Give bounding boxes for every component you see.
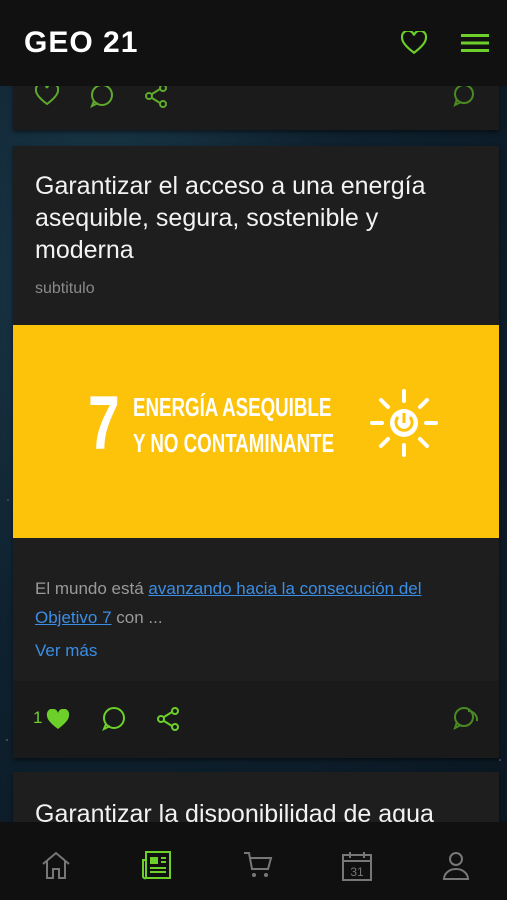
profile-icon[interactable] — [441, 850, 471, 885]
sdg-label-line1: ENERGÍA ASEQUIBLE — [133, 392, 332, 422]
menu-icon[interactable] — [461, 33, 489, 58]
share-icon[interactable] — [144, 84, 168, 113]
article-title[interactable]: Garantizar el acceso a una energía asequ… — [35, 170, 480, 266]
comment-icon[interactable] — [89, 84, 115, 113]
sdg-label: ENERGÍA ASEQUIBLE Y NO CONTAMINANTE — [133, 389, 334, 461]
sdg-banner-image[interactable]: 7 ENERGÍA ASEQUIBLE Y NO CONTAMINANTE — [13, 325, 499, 538]
comment-icon[interactable] — [101, 707, 127, 736]
heart-icon[interactable] — [34, 82, 60, 111]
favorites-heart-icon[interactable] — [400, 29, 428, 60]
news-icon[interactable] — [141, 850, 173, 885]
chat-icon[interactable] — [453, 84, 479, 113]
top-app-bar: GEO 21 — [0, 0, 507, 86]
home-icon[interactable] — [40, 850, 72, 885]
cart-icon[interactable] — [242, 850, 274, 885]
like-count: 1 — [33, 708, 43, 727]
article-card[interactable]: Garantizar el acceso a una energía asequ… — [13, 146, 499, 758]
excerpt-text-end: con ... — [111, 608, 163, 627]
read-more-link[interactable]: Ver más — [35, 641, 97, 661]
heart-filled-icon[interactable] — [46, 708, 70, 736]
share-icon[interactable] — [156, 707, 180, 736]
calendar-icon[interactable]: 31 — [341, 850, 373, 887]
calendar-day: 31 — [350, 865, 364, 879]
app-logo[interactable]: GEO 21 — [24, 26, 138, 60]
excerpt-text-start: El mundo está — [35, 579, 149, 598]
chat-icon[interactable] — [453, 707, 479, 736]
article-subtitle: subtitulo — [35, 280, 95, 297]
article-actions-bar: 1 — [13, 681, 499, 758]
sdg-label-line2: Y NO CONTAMINANTE — [133, 428, 335, 458]
sdg-number: 7 — [88, 381, 120, 466]
article-excerpt: El mundo está avanzando hacia la consecu… — [35, 574, 485, 632]
sun-power-icon — [368, 387, 440, 464]
bottom-navigation: 31 — [0, 822, 507, 900]
